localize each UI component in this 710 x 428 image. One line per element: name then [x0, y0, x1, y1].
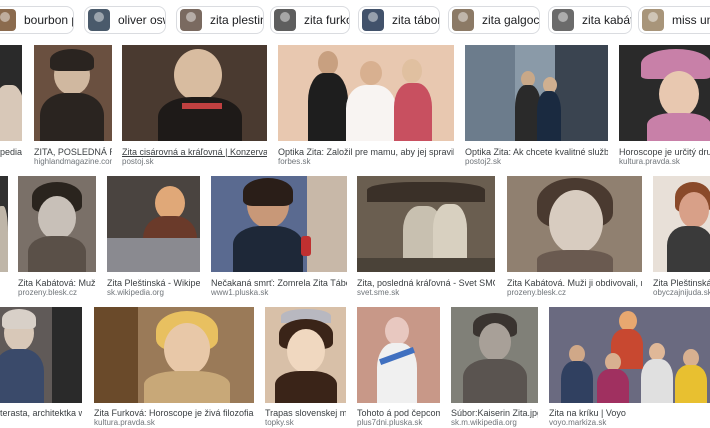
chip-thumbnail — [180, 9, 202, 31]
chip-zita-taborska[interactable]: zita táborská — [358, 6, 440, 34]
result-source: obyczajnijuda.sk — [653, 288, 710, 297]
result-source: sk.m.wikipedia.org — [451, 418, 517, 427]
image-result[interactable]: Zita Kabátová. Muži ji obdivovali, měla … — [507, 176, 642, 297]
result-thumbnail — [0, 176, 8, 272]
result-thumbnail — [94, 307, 254, 403]
result-source: prozeny.blesk.cz — [18, 288, 77, 297]
result-thumbnail — [619, 45, 710, 141]
chip-label: oliver oswald — [118, 13, 165, 27]
result-source: svet.sme.sk — [357, 288, 400, 297]
chip-thumbnail — [642, 9, 664, 31]
chip-thumbnail — [0, 9, 16, 31]
chip-thumbnail — [362, 9, 384, 31]
result-thumbnail — [549, 307, 710, 403]
result-thumbnail — [465, 45, 608, 141]
chip-label: zita furkova — [304, 13, 349, 27]
chip-label: zita galgociova — [482, 13, 540, 27]
result-source: www1.pluska.sk — [211, 288, 269, 297]
result-source: topky.sk — [265, 418, 294, 427]
image-result[interactable]: Zita cisárovná a kráľovná | Konzervatívn… — [122, 45, 267, 166]
chip-miss-univer[interactable]: miss univer — [638, 6, 710, 34]
image-result[interactable]: Zita Furková: Horoscope je živá filozofi… — [94, 307, 254, 427]
result-thumbnail — [18, 176, 96, 272]
image-result[interactable]: Horoscope je určitý druh bláznov... kult… — [619, 45, 710, 166]
result-thumbnail — [451, 307, 538, 403]
result-thumbnail — [0, 45, 22, 141]
chip-zita-furkova[interactable]: zita furkova — [270, 6, 350, 34]
chip-oliver-oswald[interactable]: oliver oswald — [84, 6, 166, 34]
result-thumbnail — [0, 307, 82, 403]
image-result[interactable]: Nečakaná smrť: Zomrela Zita Táborská, m.… — [211, 176, 347, 297]
chip-label: zita kabátová — [582, 13, 631, 27]
image-result[interactable]: Trapas slovenskej mod... topky.sk — [265, 307, 346, 427]
image-result[interactable]: Zita, posledná kráľovná - Svet SMC svet.… — [357, 176, 495, 297]
result-thumbnail — [211, 176, 347, 272]
image-result[interactable]: Zita na kríku | Voyo voyo.markiza.sk — [549, 307, 710, 427]
chip-label: zita plestinska — [210, 13, 263, 27]
result-source: kultura.pravda.sk — [619, 157, 680, 166]
result-thumbnail — [357, 307, 440, 403]
chip-zita-plestinska[interactable]: zita plestinska — [176, 6, 264, 34]
result-thumbnail — [34, 45, 112, 141]
result-title: pedia — [0, 147, 22, 157]
chip-thumbnail — [274, 9, 296, 31]
image-result[interactable]: Tohoto á pod čepcom: Z... plus7dni.plusk… — [357, 307, 440, 427]
result-thumbnail — [278, 45, 454, 141]
image-result[interactable]: Zita Pleštinská - Wikipedia sk.wikipedia… — [107, 176, 200, 297]
result-thumbnail — [107, 176, 200, 272]
result-thumbnail — [122, 45, 267, 141]
chip-thumbnail — [452, 9, 474, 31]
chip-zita-galgociova[interactable]: zita galgociova — [448, 6, 540, 34]
image-result[interactable]: Zita Kabátová: Muži ji o... prozeny.bles… — [18, 176, 96, 297]
chip-thumbnail — [552, 9, 574, 31]
result-source: plus7dni.pluska.sk — [357, 418, 423, 427]
result-source: voyo.markiza.sk — [549, 418, 607, 427]
image-result[interactable]: Optika Zita: Ak chcete kvalitné služby, … — [465, 45, 608, 166]
result-source: sk.wikipedia.org — [107, 288, 164, 297]
result-title: terasta, architektka ww... — [0, 408, 82, 418]
result-source: postoj.sk — [122, 157, 154, 166]
result-thumbnail — [357, 176, 495, 272]
result-source: highlandmagazine.com — [34, 157, 112, 166]
result-source: kultura.pravda.sk — [94, 418, 155, 427]
result-source: forbes.sk — [278, 157, 311, 166]
chip-label: miss univer — [672, 13, 710, 27]
chip-label: zita táborská — [392, 13, 439, 27]
result-thumbnail — [507, 176, 642, 272]
chip-label: bourbon parma — [24, 13, 73, 27]
image-result[interactable]: terasta, architektka ww... — [0, 307, 82, 425]
result-source: postoj2.sk — [465, 157, 502, 166]
result-thumbnail — [653, 176, 710, 272]
result-thumbnail — [265, 307, 346, 403]
chip-thumbnail — [88, 9, 110, 31]
image-result[interactable]: pedia — [0, 45, 22, 165]
chip-bourbon-parma[interactable]: bourbon parma — [0, 6, 74, 34]
image-result[interactable]: Optika Zita: Založil pre mamu, aby jej s… — [278, 45, 454, 166]
result-source: prozeny.blesk.cz — [507, 288, 566, 297]
image-result[interactable]: ZITA, POSLEDNÁ RAKÚ... highlandmagazine.… — [34, 45, 112, 166]
image-result[interactable] — [0, 176, 8, 296]
image-result[interactable]: Súbor:Kaiserin Zita.jpg – ... sk.m.wikip… — [451, 307, 538, 427]
chip-zita-kabatova[interactable]: zita kabátová — [548, 6, 632, 34]
image-result[interactable]: Zita Pleštinská - W obyczajnijuda.sk — [653, 176, 710, 297]
